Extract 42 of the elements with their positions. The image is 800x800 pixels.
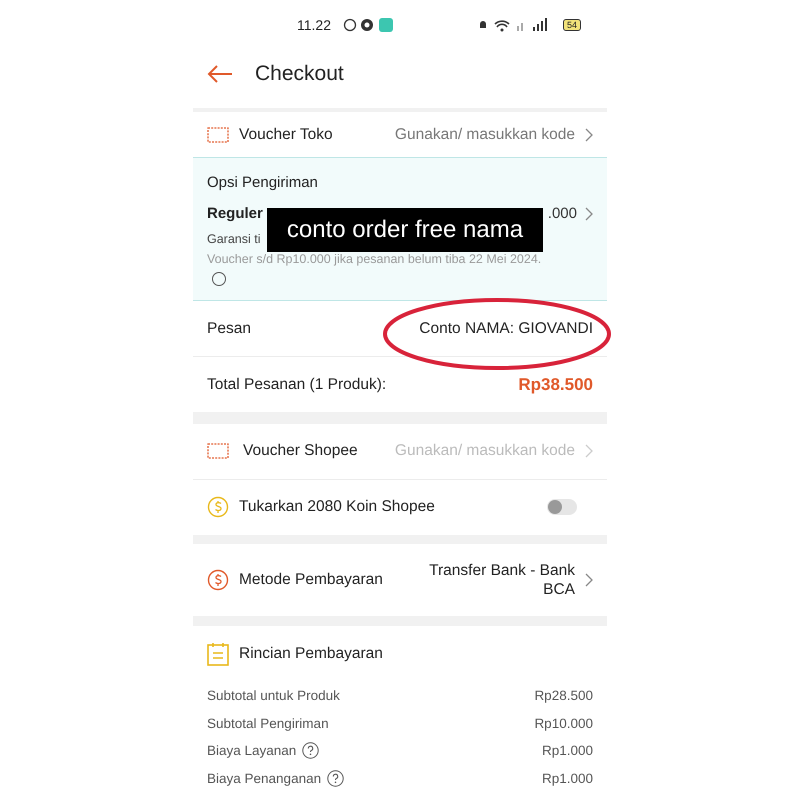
message-label: Pesan (207, 320, 251, 338)
radio-button[interactable] (212, 272, 226, 286)
order-total-label: Total Pesanan (1 Produk): (207, 376, 386, 394)
coin-label: Tukarkan 2080 Koin Shopee (239, 498, 435, 516)
page-title: Checkout (255, 62, 344, 86)
coin-icon (207, 496, 229, 518)
voucher-note: Voucher s/d Rp10.000 jika pesanan belum tiba 22 Mei 2024. (207, 252, 542, 266)
battery-level: 54 (562, 19, 581, 32)
detail-amount: Rp1.000 (542, 743, 593, 758)
voucher-code-link[interactable]: Gunakan/ masukkan kode (394, 126, 575, 144)
chevron-icon (585, 128, 593, 142)
list-icon (207, 642, 229, 666)
coin-toggle[interactable] (547, 499, 577, 516)
voucher-icon (207, 443, 229, 460)
detail-label: Biaya Penanganan (207, 770, 322, 786)
chevron-icon (585, 573, 593, 588)
chevron-icon (585, 444, 593, 458)
back-arrow-icon[interactable] (207, 65, 233, 84)
detail-amount: Rp10.000 (534, 716, 593, 731)
status-time: 11.22 (297, 17, 331, 34)
shipping-service: Reguler (207, 205, 263, 222)
coin-icon (207, 569, 229, 592)
payment-label: Metode Pembayaran (239, 571, 383, 590)
help-icon[interactable] (327, 770, 344, 787)
payment-method[interactable]: Transfer Bank - Bank BCA (425, 561, 575, 600)
detail-label: Subtotal untuk Produk (207, 688, 340, 704)
voucher-icon (207, 126, 229, 143)
voucher-label: Voucher Shopee (243, 442, 358, 460)
shipping-price: .000 (548, 205, 577, 222)
guarantee-text: Garansi ti (207, 232, 260, 246)
help-icon[interactable] (302, 742, 320, 760)
details-title: Rincian Pembayaran (239, 645, 383, 663)
order-total-amount: Rp38.500 (518, 374, 593, 395)
shipping-title: Opsi Pengiriman (207, 174, 319, 192)
message-value[interactable]: Conto NAMA: GIOVANDI (419, 320, 593, 338)
chevron-icon (585, 206, 593, 221)
detail-label: Subtotal Pengiriman (207, 716, 329, 731)
caption-overlay: conto order free nama (267, 208, 543, 252)
detail-amount: Rp1.000 (542, 770, 593, 786)
voucher-label: Voucher Toko (239, 126, 333, 144)
detail-amount: Rp28.500 (534, 688, 593, 704)
detail-label: Biaya Layanan (207, 743, 296, 758)
